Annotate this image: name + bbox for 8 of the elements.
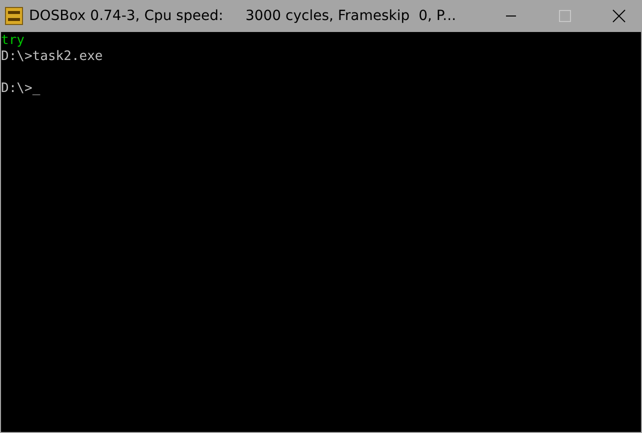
maximize-icon — [559, 10, 571, 22]
console-line: D:\>task2.exe — [1, 49, 103, 65]
close-icon — [612, 9, 626, 23]
text-cursor: _ — [32, 81, 40, 97]
app-icon — [5, 7, 23, 25]
console-line: D:\> — [1, 81, 32, 97]
window-title: DOSBox 0.74-3, Cpu speed: 3000 cycles, Frameskip 0, P... — [29, 8, 458, 24]
console-line: try — [1, 33, 24, 49]
